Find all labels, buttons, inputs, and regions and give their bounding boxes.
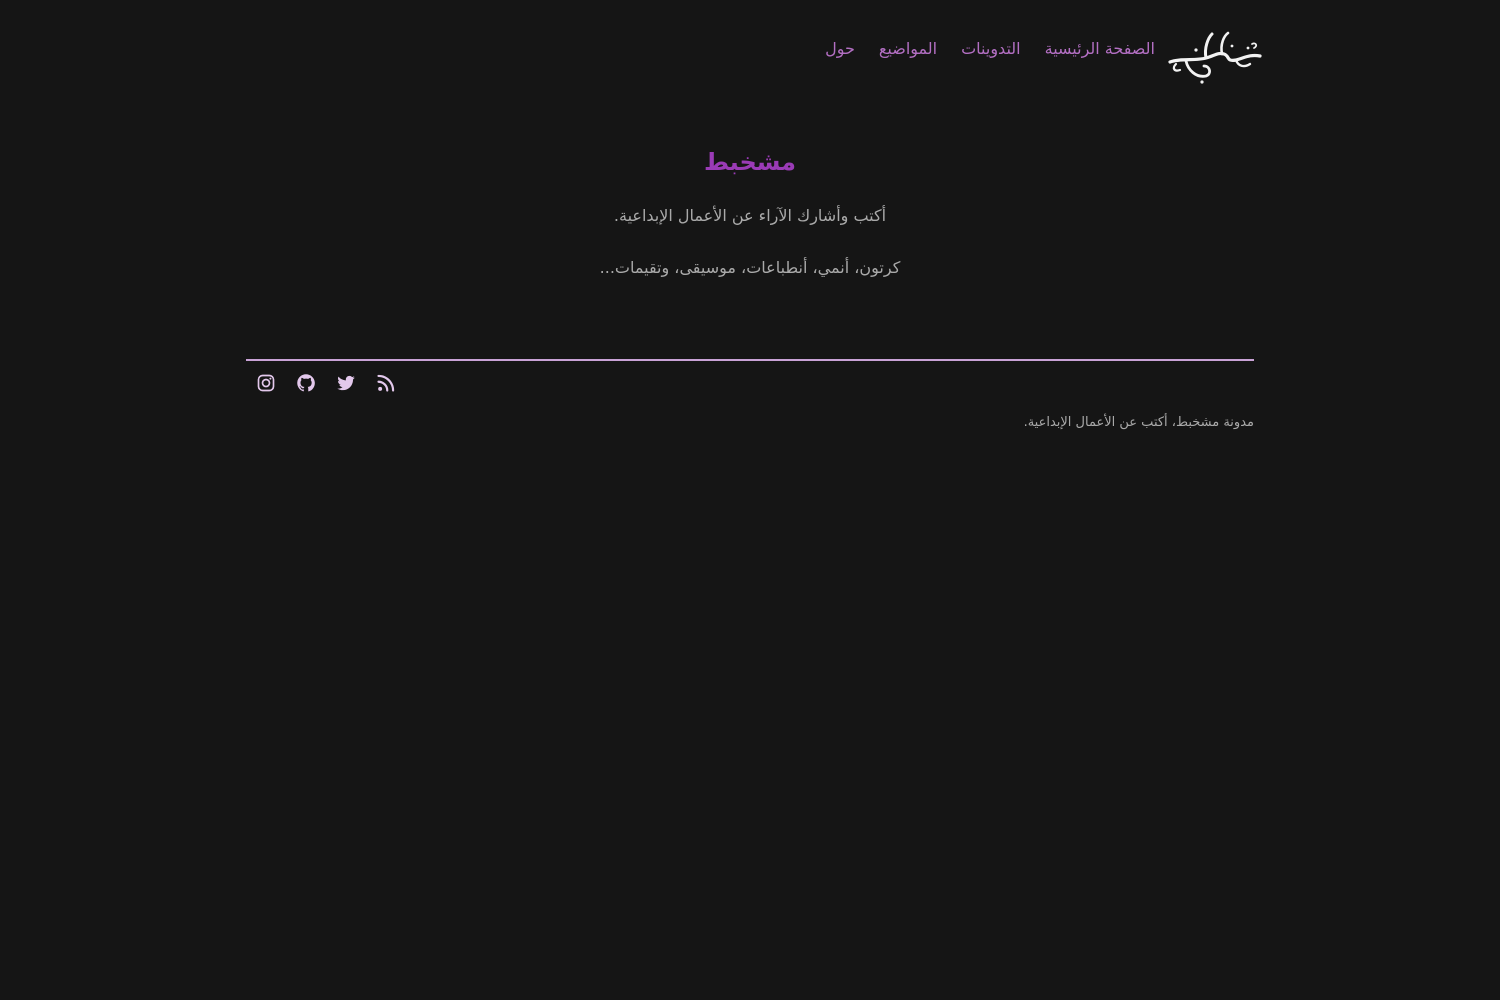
twitter-icon [337, 375, 355, 391]
social-links [255, 372, 397, 394]
nav-link-posts[interactable]: التدوينات [961, 39, 1021, 58]
site-topics: كرتون، أنمي، أنطباعات، موسيقى، وتقيمات..… [599, 258, 901, 277]
page: الصفحة الرئيسية التدوينات المواضيع حول م… [0, 0, 1500, 1000]
rss-link[interactable] [375, 372, 397, 394]
hero-section: مشخبط أكتب وأشارك الآراء عن الأعمال الإب… [0, 140, 1500, 282]
nav-link-about[interactable]: حول [825, 39, 855, 58]
footer-divider [246, 359, 1254, 361]
site-description: أكتب وأشارك الآراء عن الأعمال الإبداعية. [613, 206, 887, 225]
main-nav: الصفحة الرئيسية التدوينات المواضيع حول [825, 36, 1155, 60]
nav-link-topics[interactable]: المواضيع [879, 39, 937, 58]
instagram-link[interactable] [255, 372, 277, 394]
github-link[interactable] [295, 372, 317, 394]
rss-icon [377, 374, 395, 392]
instagram-icon [257, 374, 275, 392]
calligraphy-logo-icon [1168, 31, 1262, 84]
footer-copyright: مدونة مشخبط، أكتب عن الأعمال الإبداعية. [1023, 415, 1254, 430]
site-title: مشخبط [703, 148, 797, 176]
twitter-link[interactable] [335, 372, 357, 394]
github-icon [297, 374, 315, 392]
nav-link-home[interactable]: الصفحة الرئيسية [1045, 39, 1155, 58]
site-logo[interactable] [1166, 28, 1264, 86]
